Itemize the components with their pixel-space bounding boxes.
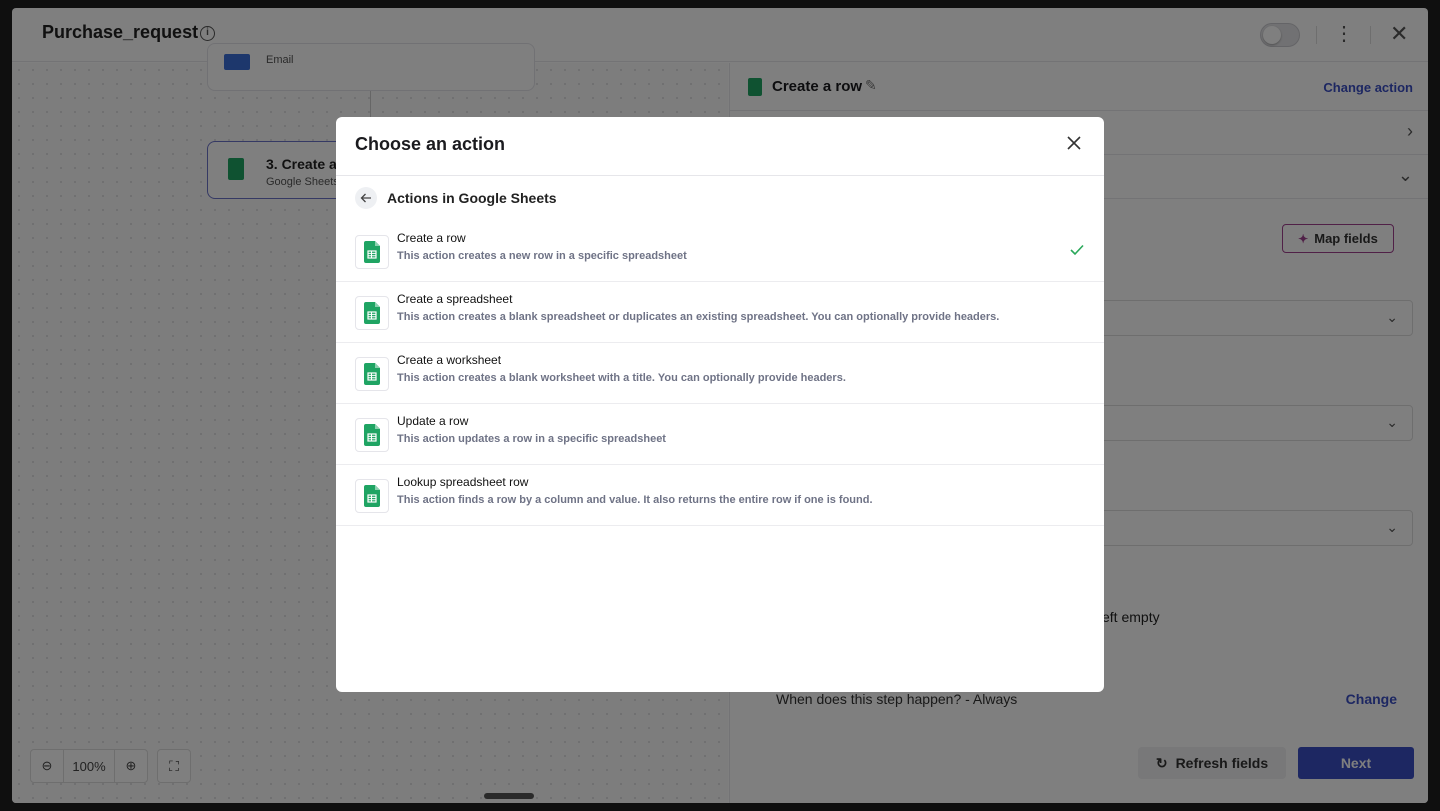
action-name: Create a spreadsheet bbox=[397, 292, 513, 306]
action-name: Lookup spreadsheet row bbox=[397, 475, 529, 489]
checkmark-icon bbox=[1070, 243, 1084, 261]
back-arrow-icon[interactable] bbox=[355, 187, 377, 209]
action-description: This action finds a row by a column and … bbox=[397, 494, 873, 506]
action-item-create-worksheet[interactable]: Create a worksheet This action creates a… bbox=[336, 343, 1104, 404]
action-name: Create a row bbox=[397, 231, 466, 245]
google-sheets-icon bbox=[355, 357, 389, 391]
action-item-create-row[interactable]: Create a row This action creates a new r… bbox=[336, 221, 1104, 282]
action-name: Create a worksheet bbox=[397, 353, 502, 367]
action-item-update-row[interactable]: Update a row This action updates a row i… bbox=[336, 404, 1104, 465]
action-description: This action creates a blank worksheet wi… bbox=[397, 372, 846, 384]
action-item-lookup-row[interactable]: Lookup spreadsheet row This action finds… bbox=[336, 465, 1104, 526]
action-description: This action creates a blank spreadsheet … bbox=[397, 311, 1000, 323]
action-list: Create a row This action creates a new r… bbox=[336, 221, 1104, 526]
action-description: This action creates a new row in a speci… bbox=[397, 250, 687, 262]
subheading: Actions in Google Sheets bbox=[387, 190, 557, 206]
google-sheets-icon bbox=[355, 479, 389, 513]
action-description: This action updates a row in a specific … bbox=[397, 433, 666, 445]
actions-subheader: Actions in Google Sheets bbox=[355, 187, 557, 209]
google-sheets-icon bbox=[355, 235, 389, 269]
google-sheets-icon bbox=[355, 296, 389, 330]
modal-header: Choose an action bbox=[336, 117, 1104, 176]
google-sheets-icon bbox=[355, 418, 389, 452]
action-name: Update a row bbox=[397, 414, 469, 428]
choose-action-modal: Choose an action Actions in Google Sheet… bbox=[336, 117, 1104, 692]
modal-title: Choose an action bbox=[355, 134, 506, 154]
action-item-create-spreadsheet[interactable]: Create a spreadsheet This action creates… bbox=[336, 282, 1104, 343]
close-icon[interactable] bbox=[1062, 131, 1086, 155]
